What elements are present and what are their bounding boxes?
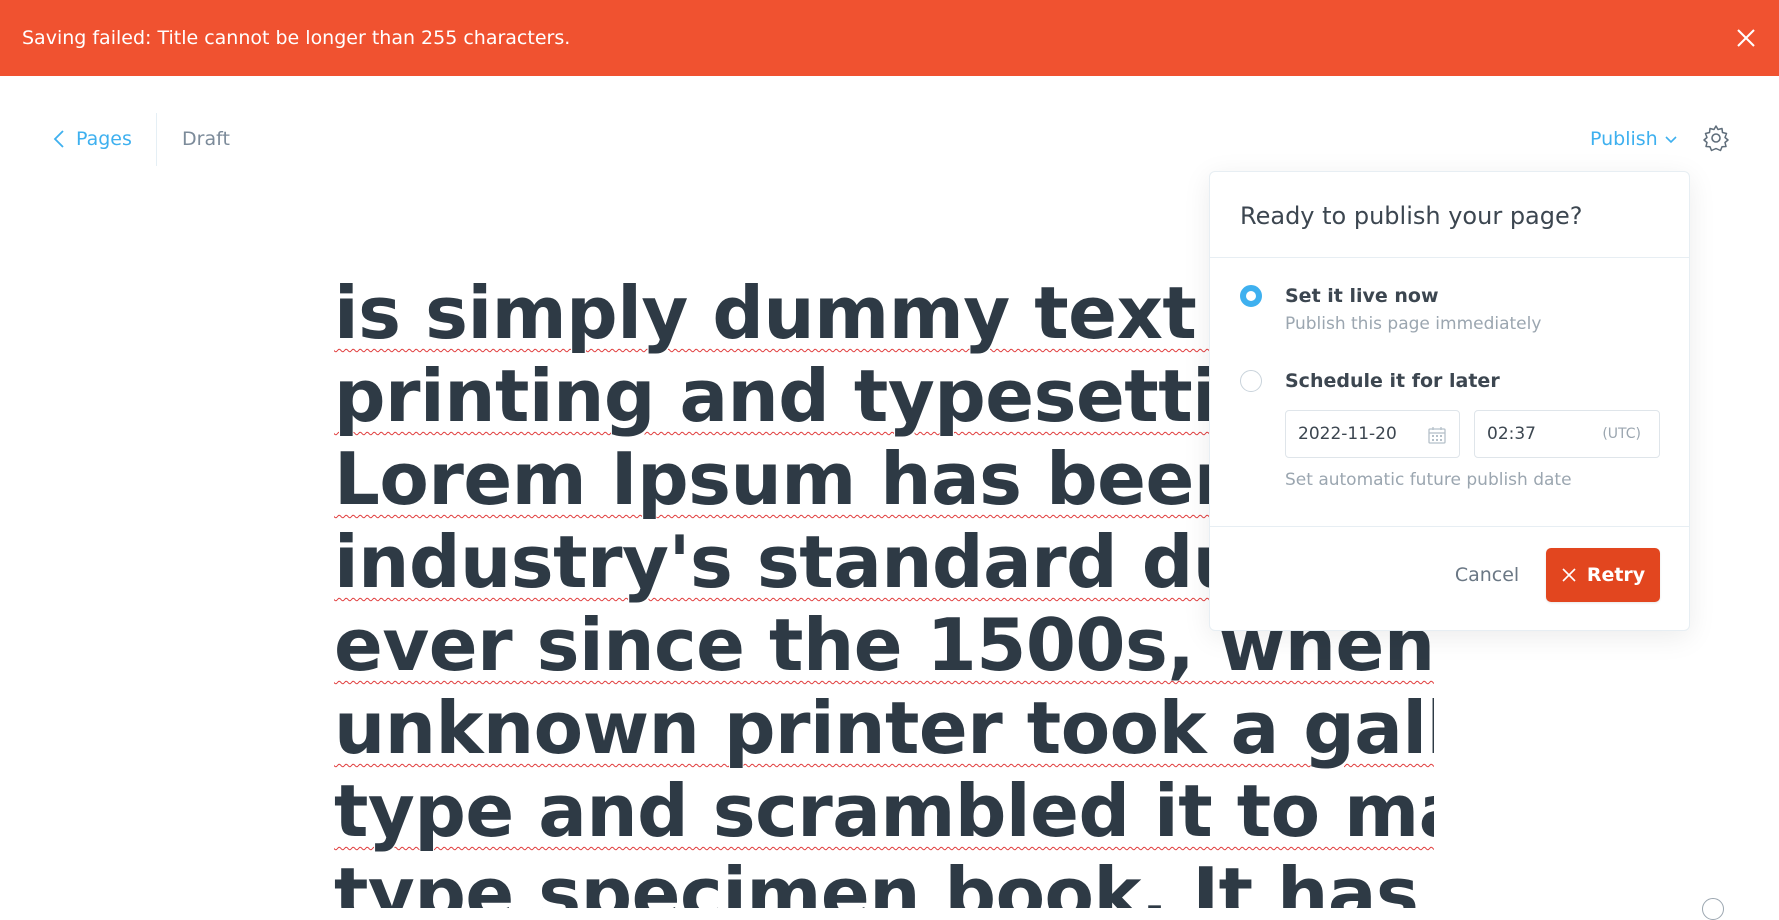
publish-now-radio[interactable] [1240,285,1262,307]
schedule-label[interactable]: Schedule it for later [1285,370,1500,392]
publish-now-description: Publish this page immediately [1285,314,1542,334]
chevron-left-icon [52,129,66,149]
publish-menu-divider [1210,526,1689,527]
calendar-icon[interactable] [1427,425,1447,450]
help-icon[interactable] [1702,898,1724,920]
schedule-time-input[interactable] [1475,411,1565,457]
retry-button[interactable]: Retry [1546,548,1660,602]
schedule-date-field[interactable] [1285,410,1460,458]
back-link-label: Pages [76,128,132,150]
error-message: Saving failed: Title cannot be longer th… [22,27,571,49]
schedule-time-field[interactable]: (UTC) [1474,410,1660,458]
close-icon [1562,568,1576,582]
chevron-down-icon [1658,128,1678,150]
publish-menu-title: Ready to publish your page? [1240,202,1583,230]
retry-label: Retry [1586,564,1646,586]
publish-dropdown-trigger[interactable]: Publish [1590,124,1678,154]
post-status: Draft [182,128,230,150]
publish-label: Publish [1590,128,1658,150]
title-line: type specimen book. It has [334,852,1419,909]
gear-icon[interactable] [1702,124,1730,152]
publish-now-label[interactable]: Set it live now [1285,285,1439,307]
cancel-button[interactable]: Cancel [1432,549,1542,601]
nav-divider [156,113,157,166]
schedule-date-input[interactable] [1286,411,1416,457]
title-line: type and scrambled it to make a [334,769,1434,853]
publish-menu-header: Ready to publish your page? [1210,172,1689,258]
schedule-description: Set automatic future publish date [1285,470,1572,490]
close-icon[interactable] [1732,24,1760,52]
schedule-radio[interactable] [1240,370,1262,392]
title-line: unknown printer took a galley of [334,686,1434,770]
error-notification: Saving failed: Title cannot be longer th… [0,0,1779,76]
back-to-pages-link[interactable]: Pages [52,124,132,154]
publish-menu: Ready to publish your page? Set it live … [1209,171,1690,631]
timezone-label: (UTC) [1602,426,1641,442]
